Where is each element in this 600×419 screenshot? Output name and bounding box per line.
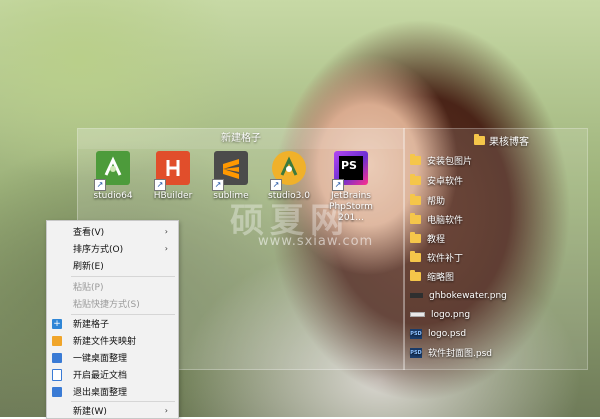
chevron-right-icon: › [164,406,168,415]
exit-icon [52,386,62,397]
list-item[interactable]: 安装包图片 [410,152,472,169]
list-item-label: 软件补丁 [427,254,464,264]
png-file-icon [410,293,423,298]
list-item[interactable]: PSD 软件封面图.psd [410,344,492,361]
folder-icon [410,251,421,262]
menu-item-exit-organize[interactable]: 退出桌面整理 [47,383,178,400]
psd-file-icon: PSD [410,328,422,339]
fence-title[interactable]: 新建格子 [78,129,404,149]
menu-item-new[interactable]: 新建(W) › [47,402,178,419]
menu-item-paste-shortcut[interactable]: 粘贴快捷方式(S) [47,295,178,312]
shortcut-arrow-icon: ↗ [332,179,344,191]
menu-item-refresh[interactable]: 刷新(E) [47,257,178,274]
list-item[interactable]: 电脑软件 [410,211,463,228]
desktop-icon-label: studio3.0 [268,191,310,201]
folder-icon [410,194,421,205]
list-item[interactable]: 教程 [410,230,445,247]
document-icon [52,368,62,381]
list-item-label: logo.png [431,309,471,320]
menu-item-paste[interactable]: 粘贴(P) [47,278,178,295]
menu-separator [71,276,175,277]
shortcut-arrow-icon: ↗ [154,179,166,191]
list-item-label: 安卓软件 [427,177,464,187]
shortcut-arrow-icon: ↗ [270,179,282,191]
desktop-icon-studio64[interactable]: ↗ studio64 [84,151,142,202]
psd-file-icon: PSD [410,347,422,358]
png-file-icon [410,312,425,317]
desktop-icon-label: HBuilder [153,191,193,201]
list-item[interactable]: logo.png [410,306,470,323]
menu-item-sort[interactable]: 排序方式(O) › [47,240,178,257]
desktop-icon-studio3[interactable]: ↗ studio3.0 [260,151,318,202]
shortcut-arrow-icon: ↗ [212,179,224,191]
phpstorm-logo: PS [339,156,363,180]
plus-icon: + [52,318,62,329]
list-item[interactable]: 软件补丁 [410,249,463,266]
folder-icon [410,270,421,281]
shortcut-arrow-icon: ↗ [94,179,106,191]
fence-title[interactable]: 果核博客 [474,133,529,148]
list-item-label: ghbokewater.png [429,290,507,301]
list-item[interactable]: 帮助 [410,192,445,209]
desktop-icon-label: sublime [213,191,249,201]
menu-item-new-folder-map[interactable]: 新建文件夹映射 [47,332,178,349]
desktop-icon-sublime[interactable]: ↗ sublime [202,151,260,202]
desktop-icon-label: JetBrains PhpStorm 201... [329,191,373,223]
fence-title-label: 果核博客 [489,137,529,148]
list-item[interactable]: 安卓软件 [410,172,463,189]
menu-item-organize-desktop[interactable]: 一键桌面整理 [47,349,178,366]
list-item[interactable]: 缩略图 [410,268,454,285]
list-item-label: 软件封面图.psd [428,349,492,359]
menu-item-view[interactable]: 查看(V) › [47,223,178,240]
phpstorm-icon: PS ↗ [332,151,368,191]
desktop-icon-phpstorm[interactable]: PS ↗ JetBrains PhpStorm 201... [318,151,384,224]
chevron-right-icon: › [164,227,168,236]
fence-guohe-blog[interactable]: 果核博客 安装包图片 安卓软件 帮助 电脑软件 教程 软件补丁 缩略图 ghbo… [403,128,588,370]
folder-icon [410,174,421,185]
hbuilder-icon: ↗ [154,151,190,191]
folder-icon [410,232,421,243]
folder-map-icon [52,335,62,346]
chevron-right-icon: › [164,244,168,253]
list-item-label: logo.psd [428,328,467,339]
desktop-icon-hbuilder[interactable]: ↗ HBuilder [144,151,202,202]
organize-icon [52,352,62,363]
folder-icon [410,213,421,224]
list-item[interactable]: ghbokewater.png [410,287,507,304]
list-item-label: 教程 [427,235,446,245]
folder-icon [410,154,421,165]
menu-item-new-grid[interactable]: + 新建格子 [47,315,178,332]
folder-icon [474,134,485,145]
desktop-context-menu: 查看(V) › 排序方式(O) › 刷新(E) 粘贴(P) 粘贴快捷方式(S) … [46,220,179,419]
list-item-label: 缩略图 [427,273,455,283]
list-item-label: 电脑软件 [427,216,464,226]
android-studio-icon: ↗ [270,151,306,191]
desktop-icon-label: studio64 [93,191,133,201]
android-studio-icon: ↗ [94,151,130,191]
sublime-icon: ↗ [212,151,248,191]
list-item-label: 安装包图片 [427,157,473,167]
list-item[interactable]: PSD logo.psd [410,325,466,342]
list-item-label: 帮助 [427,197,446,207]
menu-item-recent-docs[interactable]: 开启最近文档 [47,366,178,383]
